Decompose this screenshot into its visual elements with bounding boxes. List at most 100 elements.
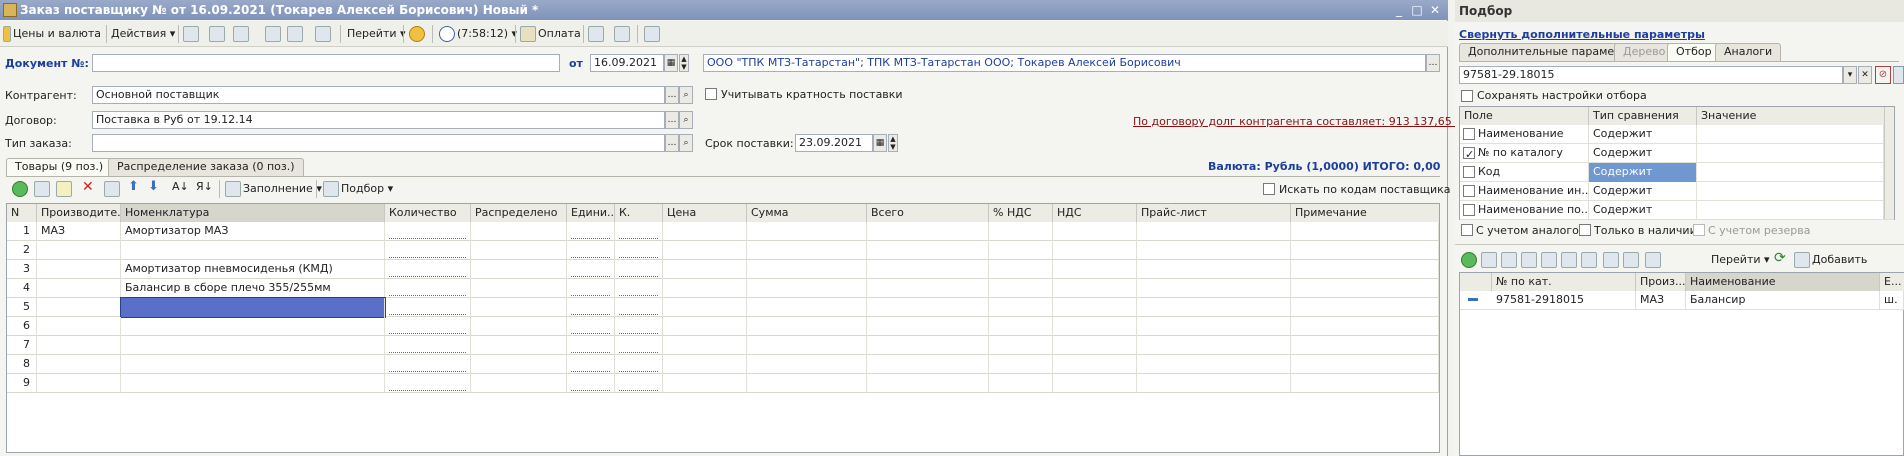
delivery-calendar-icon[interactable]: ▦ [873, 134, 887, 152]
result-col-unit[interactable]: Е... [1880, 273, 1904, 291]
table-cell[interactable] [1137, 241, 1291, 260]
structure-icon[interactable] [588, 26, 604, 42]
table-cell[interactable] [121, 336, 385, 355]
contractor-open-icon[interactable]: ⌕ [679, 86, 693, 104]
tab-filter[interactable]: Отбор [1667, 43, 1721, 61]
debt-link[interactable]: По договору долг контрагента составляет:… [1133, 115, 1489, 128]
table-icon[interactable] [614, 26, 630, 42]
table-cell[interactable] [37, 279, 121, 298]
table-cell[interactable] [747, 355, 867, 374]
filter-off-icon[interactable]: ⊘ [1875, 66, 1891, 84]
table-cell[interactable] [37, 241, 121, 260]
table-cell[interactable] [471, 355, 567, 374]
panel-move-icon[interactable] [1561, 252, 1577, 268]
filter-field-cell[interactable]: Наименование по... [1460, 201, 1589, 220]
filter-field-cell[interactable]: Код [1460, 163, 1589, 182]
table-cell[interactable] [747, 279, 867, 298]
table-cell[interactable] [747, 222, 867, 241]
filter-use-checkbox[interactable] [1463, 128, 1475, 140]
filter-row[interactable]: Наименование Содержит [1460, 125, 1894, 144]
table-cell[interactable] [37, 374, 121, 393]
table-cell[interactable] [747, 317, 867, 336]
result-cell[interactable]: 97581-2918015 [1492, 291, 1636, 310]
table-cell[interactable] [867, 355, 989, 374]
filter-col-value[interactable]: Значение [1697, 107, 1894, 125]
filter-value-cell[interactable] [1697, 201, 1884, 220]
table-cell[interactable] [867, 374, 989, 393]
table-cell[interactable] [989, 355, 1053, 374]
date-spin-icon[interactable]: ▲ ▼ [679, 54, 689, 72]
table-cell[interactable] [747, 260, 867, 279]
table-cell[interactable]: 1 [7, 222, 37, 241]
maximize-icon[interactable]: □ [1408, 3, 1426, 17]
actions-button[interactable]: Действия ▾ [111, 25, 175, 43]
table-cell[interactable] [989, 279, 1053, 298]
table-cell[interactable] [1291, 374, 1439, 393]
table-cell[interactable] [663, 374, 747, 393]
help-icon[interactable] [409, 26, 425, 42]
close-icon[interactable]: ✕ [1426, 3, 1444, 17]
col-header-price[interactable]: Цена [663, 204, 747, 222]
filter-field-cell[interactable]: Наименование ин... [1460, 182, 1589, 201]
filter-value-cell[interactable] [1697, 125, 1884, 144]
filter-use-checkbox[interactable] [1463, 166, 1475, 178]
table-cell[interactable]: Амортизатор МАЗ [121, 222, 385, 241]
table-cell[interactable] [385, 374, 471, 393]
col-header-vat[interactable]: НДС [1053, 204, 1137, 222]
table-cell[interactable] [867, 317, 989, 336]
result-cell[interactable]: Балансир [1686, 291, 1880, 310]
table-cell[interactable] [747, 336, 867, 355]
search-clear-icon[interactable]: ✕ [1858, 66, 1872, 84]
table-row[interactable]: 2 [7, 241, 1439, 260]
table-cell[interactable] [663, 336, 747, 355]
select-button[interactable]: Подбор ▾ [341, 180, 393, 198]
calc-icon[interactable] [644, 26, 660, 42]
table-cell[interactable] [567, 317, 615, 336]
panel-copy-icon[interactable] [1501, 252, 1517, 268]
result-col-name[interactable]: Наименование [1686, 273, 1880, 291]
sort-desc-icon[interactable]: Я↓ [196, 180, 213, 193]
table-cell[interactable] [567, 355, 615, 374]
table-cell[interactable] [747, 298, 867, 317]
table-cell[interactable] [989, 222, 1053, 241]
table-cell[interactable] [867, 279, 989, 298]
table-cell[interactable] [567, 222, 615, 241]
minimize-icon[interactable]: _ [1390, 3, 1408, 17]
delivery-date-field[interactable]: 23.09.2021 [795, 134, 873, 152]
col-header-maker[interactable]: Производите... [37, 204, 121, 222]
table-cell[interactable] [471, 260, 567, 279]
table-cell[interactable] [385, 279, 471, 298]
table-cell[interactable] [1291, 222, 1439, 241]
table-row[interactable]: 4 Балансир в сборе плечо 355/255мм [7, 279, 1439, 298]
col-header-unit[interactable]: Едини... [567, 204, 615, 222]
result-cell[interactable]: МАЗ [1636, 291, 1686, 310]
table-cell[interactable] [385, 355, 471, 374]
filter-use-checkbox[interactable] [1463, 185, 1475, 197]
table-row[interactable]: 1 МАЗ Амортизатор МАЗ [7, 222, 1439, 241]
tab-analogs[interactable]: Аналоги [1715, 43, 1782, 61]
filter-use-checkbox[interactable] [1463, 204, 1475, 216]
col-header-total[interactable]: Всего [867, 204, 989, 222]
table-cell[interactable]: МАЗ [37, 222, 121, 241]
copy-row-icon[interactable] [34, 181, 50, 197]
order-type-open-icon[interactable]: ⌕ [679, 134, 693, 152]
calendar-icon[interactable]: ▦ [664, 54, 678, 72]
result-col-maker[interactable]: Произ... [1636, 273, 1686, 291]
table-cell[interactable]: 5 [7, 298, 37, 317]
contractor-select-icon[interactable]: … [665, 86, 679, 104]
filter-cmp-cell[interactable]: Содержит [1589, 144, 1697, 163]
table-cell[interactable] [1053, 374, 1137, 393]
table-cell[interactable] [567, 374, 615, 393]
end-edit-icon[interactable] [104, 181, 120, 197]
result-row[interactable]: 97581-2918015 МАЗ Балансир ш. [1460, 291, 1904, 310]
panel-edit-icon[interactable] [1521, 252, 1537, 268]
filter-scrollbar[interactable] [1884, 107, 1894, 219]
table-cell[interactable] [1053, 279, 1137, 298]
table-cell[interactable] [867, 241, 989, 260]
table-cell[interactable] [1137, 336, 1291, 355]
table-cell[interactable] [1053, 317, 1137, 336]
table-row[interactable]: 3 Амортизатор пневмосиденья (КМД) [7, 260, 1439, 279]
filter-search-field[interactable]: 97581-29.18015 [1459, 66, 1843, 84]
panel-add-button[interactable]: Добавить [1812, 251, 1867, 269]
table-cell[interactable] [663, 241, 747, 260]
